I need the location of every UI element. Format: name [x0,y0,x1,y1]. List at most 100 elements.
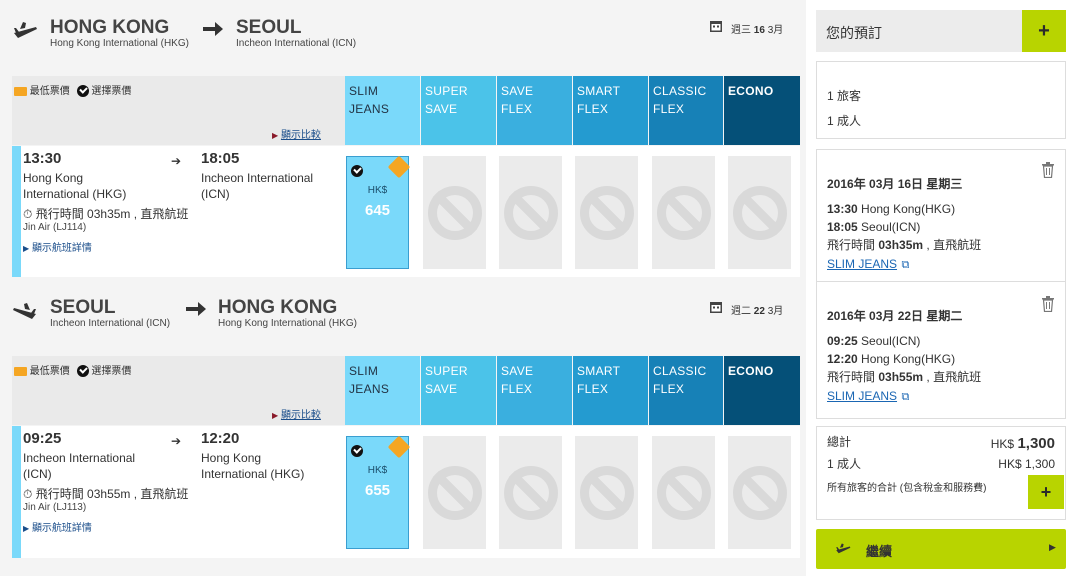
outbound-fare-econo-unavailable [728,156,791,269]
outbound-fare-super-save-unavailable [423,156,486,269]
leg2-duration: 飛行時間 03h55m , 直飛航班 [827,370,982,384]
outbound-details-link[interactable]: ▶ 顯示航班詳情 [23,239,92,254]
leg1-date: 2016年 03月 16日 星期三 [827,177,963,191]
plane-icon [13,303,36,319]
total-amount: HK$ 1,300 [990,435,1055,452]
plane-icon [836,543,851,554]
fare-header-super-save: SUPER SAVE [421,356,496,425]
not-available-icon [579,465,634,520]
fare-header-smart-flex: SMART FLEX [573,356,648,425]
leg1-duration: 飛行時間 03h35m , 直飛航班 [827,238,982,252]
add-extras-button[interactable]: + [1028,475,1064,509]
booking-sidebar: 您的預訂 + 1 旅客 1 成人 2016年 03月 16日 星期三 13:30… [806,0,1076,576]
calendar-icon [710,21,722,32]
inbound-flight-code: Jin Air (LJ113) [23,502,87,513]
external-link-icon: ⧉ [901,259,910,271]
not-available-icon [656,185,711,240]
leg2-departure: 09:25 Seoul(ICN) [827,334,921,348]
inbound-fare-save-flex-unavailable [499,436,562,549]
inbound-legend: 最低票價 選擇票價 [14,362,131,378]
outbound-section: HONG KONG Hong Kong International (HKG) … [0,0,800,285]
leg2-date: 2016年 03月 22日 星期二 [827,309,963,323]
plus-icon: + [1038,20,1050,42]
fare-header-classic-flex: CLASSIC FLEX [649,76,723,145]
inbound-fare-smart-flex-unavailable [575,436,638,549]
inbound-depart-time: 09:25 [23,430,62,447]
outbound-from-city: HONG KONG [50,17,170,38]
caret-right-icon: ▶ [23,524,30,533]
stopwatch-icon: ⏱ [23,207,33,221]
inbound-to-airport: Hong Kong International (HKG) [218,318,357,329]
passengers-total: 1 旅客 [827,89,862,103]
fare-header-slim-jeans: SLIM JEANS [345,76,420,145]
continue-label: 繼續 [866,544,893,559]
booking-header: 您的預訂 + [816,10,1066,52]
add-booking-button[interactable]: + [1022,10,1066,52]
plus-icon: + [1040,482,1052,502]
arrow-right-icon [203,22,223,36]
fare-header-classic-flex: CLASSIC FLEX [649,356,723,425]
arrow-right-small-icon: ➔ [171,154,182,168]
arrow-right-small-icon: ➔ [171,434,182,448]
outbound-fare-slim-jeans[interactable]: HK$ 645 [346,155,411,269]
plane-icon [14,22,37,38]
outbound-date: 週三 16 3月 [731,25,784,36]
check-circle-icon [76,365,89,378]
outbound-to-city: SEOUL [236,17,302,38]
outbound-to-airport: Incheon International (ICN) [236,38,357,49]
arrow-right-icon [186,302,206,316]
not-available-icon [503,185,558,240]
outbound-legend: 最低票價 選擇票價 [14,82,131,98]
fare-header-slim-jeans: SLIM JEANS [345,356,420,425]
continue-button[interactable]: 繼續 ▶ [816,529,1066,569]
not-available-icon [732,465,787,520]
not-available-icon [427,185,482,240]
total-note: 所有旅客的合計 (包含稅金和服務費) [827,483,987,494]
leg1-fare-link[interactable]: SLIM JEANS ⧉ [827,255,909,273]
leg2-arrival: 12:20 Hong Kong(HKG) [827,352,956,366]
outbound-depart-time: 13:30 [23,150,62,167]
trash-icon[interactable] [1041,162,1055,179]
inbound-arrive-place: Hong Kong International (HKG) [201,451,305,481]
outbound-fare-save-flex-unavailable [499,156,562,269]
check-circle-icon [351,164,363,177]
inbound-price-currency: HK$ [367,465,388,476]
inbound-from-city: SEOUL [50,297,116,318]
outbound-arrive-place: Incheon International (ICN) [201,171,314,201]
booking-title: 您的預訂 [826,25,882,41]
itinerary-panel: 2016年 03月 16日 星期三 13:30 Hong Kong(HKG) 1… [816,149,1066,419]
not-available-icon [503,465,558,520]
leg2-fare-link[interactable]: SLIM JEANS ⧉ [827,387,909,405]
tag-icon [14,366,27,376]
fare-header-econo: ECONO [724,356,800,425]
outbound-fare-classic-flex-unavailable [652,156,715,269]
inbound-fare-slim-jeans[interactable]: HK$ 655 [346,435,411,549]
caret-right-icon: ▶ [272,131,279,140]
caret-right-icon: ▶ [1049,542,1056,552]
not-available-icon [732,185,787,240]
outbound-row-accent [12,146,21,277]
outbound-depart-place: Hong Kong International (HKG) [23,171,127,201]
tag-icon [14,86,27,96]
stopwatch-icon: ⏱ [23,487,33,501]
outbound-price-value: 645 [364,202,391,219]
inbound-fare-econo-unavailable [728,436,791,549]
external-link-icon: ⧉ [901,391,910,403]
adult-label: 1 成人 [827,457,862,471]
inbound-row-accent [12,426,21,558]
total-panel: 總計 HK$ 1,300 1 成人 HK$ 1,300 所有旅客的合計 (包含稅… [816,426,1066,520]
inbound-compare-link[interactable]: ▶ 顯示比較 [272,406,321,421]
outbound-compare-link[interactable]: ▶ 顯示比較 [272,126,321,141]
inbound-details-link[interactable]: ▶ 顯示航班詳情 [23,519,92,534]
trash-icon[interactable] [1041,296,1055,313]
caret-right-icon: ▶ [272,411,279,420]
outbound-from-airport: Hong Kong International (HKG) [50,38,189,49]
inbound-date: 週二 22 3月 [731,306,784,317]
inbound-section: SEOUL Incheon International (ICN) HONG K… [0,285,800,576]
outbound-fare-smart-flex-unavailable [575,156,638,269]
tag-icon [387,435,411,459]
check-circle-icon [76,85,89,98]
adult-amount: HK$ 1,300 [998,457,1055,471]
inbound-arrive-time: 12:20 [201,430,240,447]
fare-header-econo: ECONO [724,76,800,145]
